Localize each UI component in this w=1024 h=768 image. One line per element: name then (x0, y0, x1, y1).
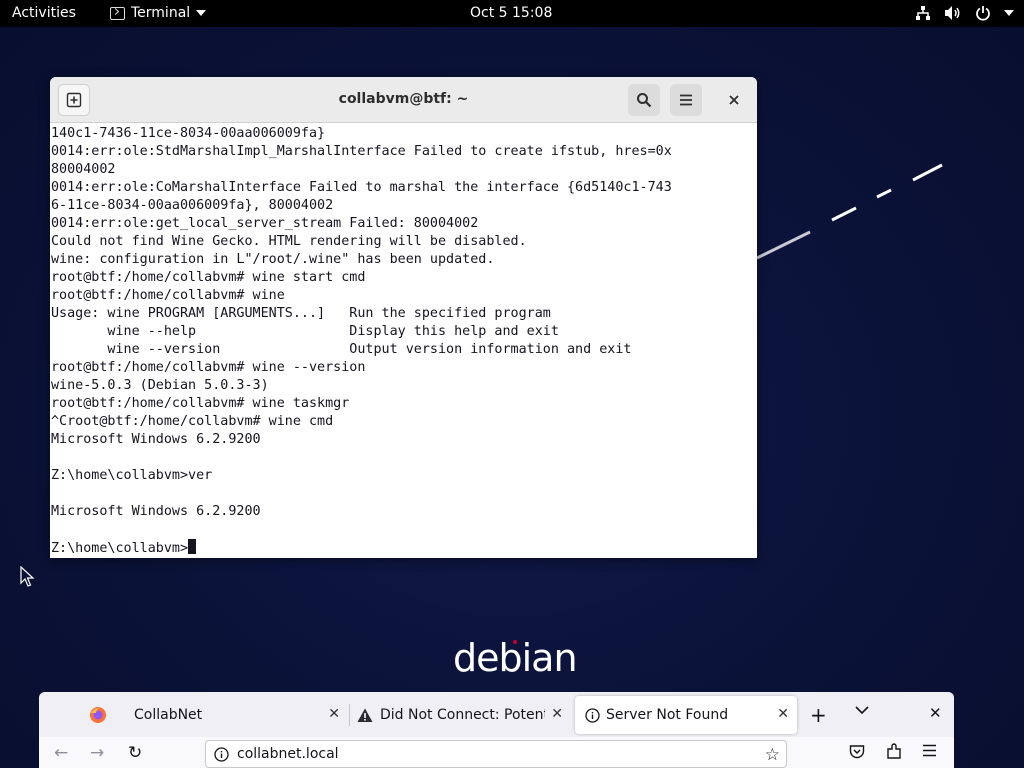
terminal-line: 0014:err:ole:StdMarshalImpl_MarshalInter… (51, 144, 672, 159)
terminal-header-bar[interactable]: collabvm@btf: ~ (50, 77, 757, 123)
debian-logo-dot (513, 640, 517, 644)
close-button[interactable] (718, 84, 750, 116)
activities-button[interactable]: Activities (12, 5, 76, 21)
terminal-line: root@btf:/home/collabvm# wine start cmd (51, 270, 366, 285)
info-icon[interactable] (214, 746, 229, 762)
power-icon (974, 4, 992, 22)
firefox-window[interactable]: CollabNet ✕ Did Not Connect: Potenti ✕ S… (39, 692, 954, 768)
terminal-line: root@btf:/home/collabvm# wine (51, 288, 285, 303)
close-icon[interactable]: ✕ (328, 706, 340, 722)
reload-icon[interactable]: ↻ (128, 743, 142, 763)
text-cursor (188, 539, 197, 554)
terminal-window[interactable]: collabvm@btf: ~ 140c1-7436-11ce-8034-00a… (50, 77, 757, 558)
url-bar[interactable]: collabnet.local ☆ (205, 740, 787, 768)
terminal-line: 80004002 (51, 162, 116, 177)
terminal-line: ^Croot@btf:/home/collabvm# wine cmd (51, 414, 334, 429)
terminal-line: wine --help Display this help and exit (51, 324, 559, 339)
app-menu[interactable]: Terminal (110, 5, 207, 21)
chevron-down-icon (196, 10, 207, 16)
pocket-icon[interactable] (849, 744, 865, 760)
close-icon (729, 95, 739, 105)
hamburger-icon (680, 94, 692, 106)
terminal-line: Could not find Wine Gecko. HTML renderin… (51, 234, 527, 249)
bookmark-star-icon[interactable]: ☆ (765, 745, 780, 765)
terminal-line: Microsoft Windows 6.2.9200 (51, 432, 261, 447)
terminal-text: 140c1-7436-11ce-8034-00aa006009fa} 0014:e… (51, 125, 672, 557)
app-menu-label: Terminal (131, 5, 191, 21)
firefox-icon (90, 707, 106, 723)
close-icon[interactable]: ✕ (551, 706, 563, 722)
tab-server-not-found[interactable]: Server Not Found ✕ (575, 696, 797, 734)
terminal-line: root@btf:/home/collabvm# wine --version (51, 360, 366, 375)
terminal-line: 140c1-7436-11ce-8034-00aa006009fa} (51, 126, 326, 141)
system-status-area[interactable] (914, 4, 1014, 22)
terminal-icon (110, 6, 125, 20)
network-icon (914, 4, 932, 22)
tab-label: Server Not Found (606, 707, 729, 723)
terminal-line: 0014:err:ole:CoMarshalInterface Failed t… (51, 180, 672, 195)
chevron-down-icon (1004, 10, 1014, 16)
back-arrow-icon[interactable]: ← (54, 743, 68, 763)
terminal-line: Z:\home\collabvm>ver (51, 468, 213, 483)
forward-arrow-icon[interactable]: → (90, 743, 104, 763)
terminal-line: 6-11ce-8034-00aa006009fa}, 80004002 (51, 198, 334, 213)
navigation-bar: ← → ↻ collabnet.local ☆ (39, 737, 954, 768)
terminal-line: Microsoft Windows 6.2.9200 (51, 504, 261, 519)
top-bar: Activities Terminal Oct 5 15:08 (0, 0, 1024, 27)
search-button[interactable] (628, 84, 660, 116)
tab-did-not-connect[interactable]: Did Not Connect: Potenti ✕ (349, 696, 571, 734)
terminal-line: wine-5.0.3 (Debian 5.0.3-3) (51, 378, 269, 393)
tab-label: Did Not Connect: Potenti (380, 707, 545, 723)
close-icon[interactable]: ✕ (777, 706, 789, 722)
firefox-view-button[interactable] (79, 696, 117, 734)
volume-icon (944, 4, 962, 22)
terminal-line: Usage: wine PROGRAM [ARGUMENTS...] Run t… (51, 306, 551, 321)
chevron-down-icon[interactable] (855, 706, 869, 715)
terminal-line: wine: configuration in L"/root/.wine" ha… (51, 252, 495, 267)
terminal-line: wine --version Output version informatio… (51, 342, 632, 357)
warning-icon (357, 708, 373, 722)
terminal-prompt-line: Z:\home\collabvm> (51, 539, 672, 557)
menu-button[interactable] (670, 84, 702, 116)
close-icon[interactable]: ✕ (929, 704, 942, 722)
extensions-icon[interactable] (886, 743, 902, 760)
terminal-line: root@btf:/home/collabvm# wine taskmgr (51, 396, 350, 411)
new-tab-icon[interactable]: + (810, 703, 827, 727)
clock[interactable]: Oct 5 15:08 (470, 5, 552, 21)
tab-collabnet[interactable]: CollabNet ✕ (123, 696, 348, 734)
hamburger-menu-icon[interactable] (922, 744, 937, 757)
terminal-output[interactable]: 140c1-7436-11ce-8034-00aa006009fa} 0014:e… (50, 123, 757, 558)
search-icon (637, 93, 652, 108)
terminal-prompt: Z:\home\collabvm> (51, 541, 189, 556)
info-icon (585, 707, 600, 723)
tab-bar: CollabNet ✕ Did Not Connect: Potenti ✕ S… (39, 692, 954, 737)
mouse-pointer-icon (20, 566, 35, 587)
url-text: collabnet.local (237, 746, 339, 762)
tab-label: CollabNet (134, 707, 203, 723)
terminal-line: 0014:err:ole:get_local_server_stream Fai… (51, 216, 479, 231)
